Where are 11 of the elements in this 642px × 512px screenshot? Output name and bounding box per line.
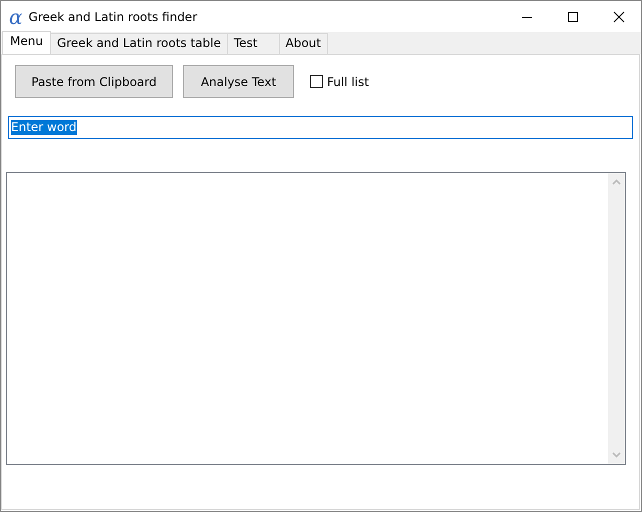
window-title: Greek and Latin roots finder: [28, 10, 198, 24]
action-button[interactable]: Analyse Text: [183, 65, 294, 98]
checkbox[interactable]: [310, 75, 323, 88]
close-icon[interactable]: [613, 10, 625, 22]
tab[interactable]: About: [278, 33, 328, 54]
tab[interactable]: Menu: [2, 31, 51, 54]
app-logo: α: [9, 6, 23, 26]
action-button[interactable]: Paste from Clipboard: [15, 65, 173, 98]
word-field[interactable]: Enter word: [8, 116, 633, 139]
checkbox-label: Full list: [327, 74, 369, 88]
maximize-icon[interactable]: [567, 10, 579, 22]
